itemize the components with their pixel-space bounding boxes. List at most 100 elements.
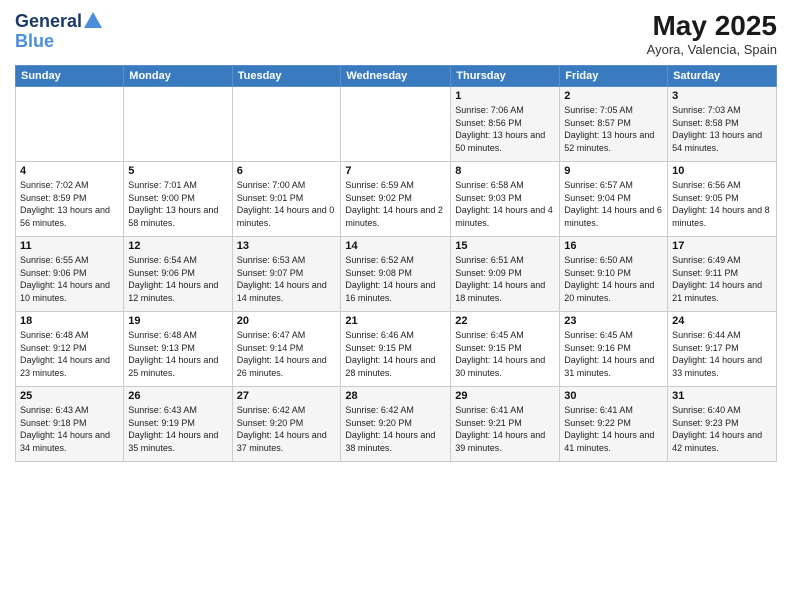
calendar-cell: 29 Sunrise: 6:41 AM Sunset: 9:21 PM Dayli… bbox=[451, 387, 560, 462]
calendar-week-row: 25 Sunrise: 6:43 AM Sunset: 9:18 PM Dayli… bbox=[16, 387, 777, 462]
day-info: Sunrise: 6:48 AM Sunset: 9:12 PM Dayligh… bbox=[20, 329, 119, 379]
calendar-cell: 7 Sunrise: 6:59 AM Sunset: 9:02 PM Daylig… bbox=[341, 162, 451, 237]
month-title: May 2025 bbox=[647, 10, 777, 42]
day-info: Sunrise: 6:41 AM Sunset: 9:22 PM Dayligh… bbox=[564, 404, 663, 454]
day-info: Sunrise: 6:43 AM Sunset: 9:19 PM Dayligh… bbox=[128, 404, 227, 454]
header-friday: Friday bbox=[560, 66, 668, 87]
calendar-cell: 2Sunrise: 7:05 AM Sunset: 8:57 PM Daylig… bbox=[560, 87, 668, 162]
day-info: Sunrise: 6:53 AM Sunset: 9:07 PM Dayligh… bbox=[237, 254, 337, 304]
day-info: Sunrise: 6:57 AM Sunset: 9:04 PM Dayligh… bbox=[564, 179, 663, 229]
calendar-cell: 25 Sunrise: 6:43 AM Sunset: 9:18 PM Dayli… bbox=[16, 387, 124, 462]
day-info: Sunrise: 6:42 AM Sunset: 9:20 PM Dayligh… bbox=[345, 404, 446, 454]
day-info: Sunrise: 6:59 AM Sunset: 9:02 PM Dayligh… bbox=[345, 179, 446, 229]
calendar-cell: 15 Sunrise: 6:51 AM Sunset: 9:09 PM Dayli… bbox=[451, 237, 560, 312]
calendar-cell: 19Sunrise: 6:48 AM Sunset: 9:13 PM Dayli… bbox=[124, 312, 232, 387]
calendar-cell: 14Sunrise: 6:52 AM Sunset: 9:08 PM Dayli… bbox=[341, 237, 451, 312]
day-info: Sunrise: 6:52 AM Sunset: 9:08 PM Dayligh… bbox=[345, 254, 446, 304]
day-info: Sunrise: 7:01 AM Sunset: 9:00 PM Dayligh… bbox=[128, 179, 227, 229]
calendar-week-row: 1 Sunrise: 7:06 AM Sunset: 8:56 PM Daylig… bbox=[16, 87, 777, 162]
day-number: 23 bbox=[564, 315, 663, 327]
page-header: General Blue May 2025 Ayora, Valencia, S… bbox=[15, 10, 777, 57]
day-info: Sunrise: 7:00 AM Sunset: 9:01 PM Dayligh… bbox=[237, 179, 337, 229]
day-info: Sunrise: 6:54 AM Sunset: 9:06 PM Dayligh… bbox=[128, 254, 227, 304]
day-info: Sunrise: 6:49 AM Sunset: 9:11 PM Dayligh… bbox=[672, 254, 772, 304]
day-number: 25 bbox=[20, 390, 119, 402]
weekday-header-row: Sunday Monday Tuesday Wednesday Thursday… bbox=[16, 66, 777, 87]
day-number: 21 bbox=[345, 315, 446, 327]
calendar-cell: 13Sunrise: 6:53 AM Sunset: 9:07 PM Dayli… bbox=[232, 237, 341, 312]
day-info: Sunrise: 6:41 AM Sunset: 9:21 PM Dayligh… bbox=[455, 404, 555, 454]
day-number: 4 bbox=[20, 165, 119, 177]
calendar-cell: 23Sunrise: 6:45 AM Sunset: 9:16 PM Dayli… bbox=[560, 312, 668, 387]
calendar-cell: 6 Sunrise: 7:00 AM Sunset: 9:01 PM Daylig… bbox=[232, 162, 341, 237]
location: Ayora, Valencia, Spain bbox=[647, 42, 777, 57]
day-number: 7 bbox=[345, 165, 446, 177]
day-info: Sunrise: 6:44 AM Sunset: 9:17 PM Dayligh… bbox=[672, 329, 772, 379]
day-number: 19 bbox=[128, 315, 227, 327]
day-number: 6 bbox=[237, 165, 337, 177]
day-number: 12 bbox=[128, 240, 227, 252]
day-number: 26 bbox=[128, 390, 227, 402]
calendar-week-row: 4 Sunrise: 7:02 AM Sunset: 8:59 PM Daylig… bbox=[16, 162, 777, 237]
calendar-cell: 9Sunrise: 6:57 AM Sunset: 9:04 PM Daylig… bbox=[560, 162, 668, 237]
day-info: Sunrise: 6:58 AM Sunset: 9:03 PM Dayligh… bbox=[455, 179, 555, 229]
calendar-cell: 17 Sunrise: 6:49 AM Sunset: 9:11 PM Dayli… bbox=[668, 237, 777, 312]
calendar-cell: 20 Sunrise: 6:47 AM Sunset: 9:14 PM Dayli… bbox=[232, 312, 341, 387]
day-number: 29 bbox=[455, 390, 555, 402]
day-number: 20 bbox=[237, 315, 337, 327]
calendar-cell bbox=[232, 87, 341, 162]
day-info: Sunrise: 6:40 AM Sunset: 9:23 PM Dayligh… bbox=[672, 404, 772, 454]
day-number: 18 bbox=[20, 315, 119, 327]
day-info: Sunrise: 7:02 AM Sunset: 8:59 PM Dayligh… bbox=[20, 179, 119, 229]
day-info: Sunrise: 6:50 AM Sunset: 9:10 PM Dayligh… bbox=[564, 254, 663, 304]
calendar-cell bbox=[16, 87, 124, 162]
day-number: 10 bbox=[672, 165, 772, 177]
calendar-cell: 16Sunrise: 6:50 AM Sunset: 9:10 PM Dayli… bbox=[560, 237, 668, 312]
day-number: 2 bbox=[564, 90, 663, 102]
day-number: 30 bbox=[564, 390, 663, 402]
calendar-cell: 4 Sunrise: 7:02 AM Sunset: 8:59 PM Daylig… bbox=[16, 162, 124, 237]
day-number: 17 bbox=[672, 240, 772, 252]
calendar-cell: 12 Sunrise: 6:54 AM Sunset: 9:06 PM Dayli… bbox=[124, 237, 232, 312]
calendar-table: Sunday Monday Tuesday Wednesday Thursday… bbox=[15, 65, 777, 462]
calendar-week-row: 18 Sunrise: 6:48 AM Sunset: 9:12 PM Dayli… bbox=[16, 312, 777, 387]
day-info: Sunrise: 6:51 AM Sunset: 9:09 PM Dayligh… bbox=[455, 254, 555, 304]
calendar-cell: 5 Sunrise: 7:01 AM Sunset: 9:00 PM Daylig… bbox=[124, 162, 232, 237]
day-number: 11 bbox=[20, 240, 119, 252]
day-info: Sunrise: 6:55 AM Sunset: 9:06 PM Dayligh… bbox=[20, 254, 119, 304]
header-monday: Monday bbox=[124, 66, 232, 87]
header-tuesday: Tuesday bbox=[232, 66, 341, 87]
calendar-cell: 22Sunrise: 6:45 AM Sunset: 9:15 PM Dayli… bbox=[451, 312, 560, 387]
calendar-cell: 24 Sunrise: 6:44 AM Sunset: 9:17 PM Dayli… bbox=[668, 312, 777, 387]
day-info: Sunrise: 7:03 AM Sunset: 8:58 PM Dayligh… bbox=[672, 104, 772, 154]
day-info: Sunrise: 6:43 AM Sunset: 9:18 PM Dayligh… bbox=[20, 404, 119, 454]
header-thursday: Thursday bbox=[451, 66, 560, 87]
day-info: Sunrise: 6:56 AM Sunset: 9:05 PM Dayligh… bbox=[672, 179, 772, 229]
header-saturday: Saturday bbox=[668, 66, 777, 87]
calendar-cell: 8 Sunrise: 6:58 AM Sunset: 9:03 PM Daylig… bbox=[451, 162, 560, 237]
day-number: 1 bbox=[455, 90, 555, 102]
day-number: 8 bbox=[455, 165, 555, 177]
day-info: Sunrise: 7:06 AM Sunset: 8:56 PM Dayligh… bbox=[455, 104, 555, 154]
calendar-cell: 28 Sunrise: 6:42 AM Sunset: 9:20 PM Dayli… bbox=[341, 387, 451, 462]
day-number: 28 bbox=[345, 390, 446, 402]
calendar-cell: 30 Sunrise: 6:41 AM Sunset: 9:22 PM Dayli… bbox=[560, 387, 668, 462]
day-number: 5 bbox=[128, 165, 227, 177]
title-block: May 2025 Ayora, Valencia, Spain bbox=[647, 10, 777, 57]
header-sunday: Sunday bbox=[16, 66, 124, 87]
logo: General Blue bbox=[15, 10, 104, 50]
day-info: Sunrise: 6:47 AM Sunset: 9:14 PM Dayligh… bbox=[237, 329, 337, 379]
page-container: General Blue May 2025 Ayora, Valencia, S… bbox=[0, 0, 792, 612]
header-wednesday: Wednesday bbox=[341, 66, 451, 87]
day-number: 24 bbox=[672, 315, 772, 327]
logo-blue: Blue bbox=[15, 32, 104, 50]
logo-icon bbox=[82, 10, 104, 32]
calendar-cell: 31Sunrise: 6:40 AM Sunset: 9:23 PM Dayli… bbox=[668, 387, 777, 462]
calendar-cell bbox=[124, 87, 232, 162]
calendar-cell: 27Sunrise: 6:42 AM Sunset: 9:20 PM Dayli… bbox=[232, 387, 341, 462]
calendar-cell bbox=[341, 87, 451, 162]
day-number: 15 bbox=[455, 240, 555, 252]
calendar-cell: 26 Sunrise: 6:43 AM Sunset: 9:19 PM Dayli… bbox=[124, 387, 232, 462]
day-info: Sunrise: 6:46 AM Sunset: 9:15 PM Dayligh… bbox=[345, 329, 446, 379]
calendar-cell: 18 Sunrise: 6:48 AM Sunset: 9:12 PM Dayli… bbox=[16, 312, 124, 387]
